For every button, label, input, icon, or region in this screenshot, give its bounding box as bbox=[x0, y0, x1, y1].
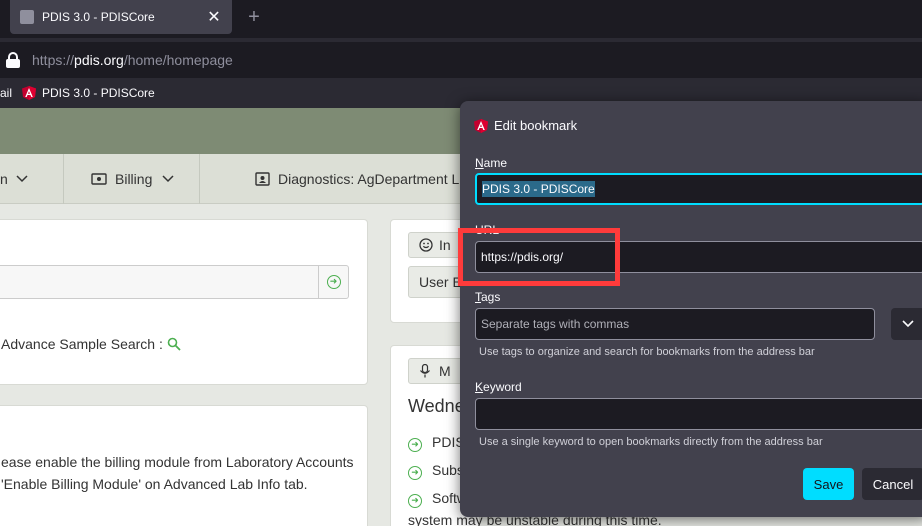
bookmark-label: ail bbox=[0, 86, 13, 100]
menu-divider bbox=[63, 154, 64, 204]
bookmark-label: PDIS 3.0 - PDISCore bbox=[42, 86, 155, 100]
chevron-down-icon bbox=[902, 320, 914, 328]
tab-title: PDIS 3.0 - PDISCore bbox=[42, 10, 155, 24]
billing-line-1: ease enable the billing module from Labo… bbox=[1, 454, 354, 470]
nav-bar: https://pdis.org/home/homepage bbox=[0, 38, 922, 78]
tags-placeholder: Separate tags with commas bbox=[481, 317, 630, 331]
close-tab-icon[interactable]: ✕ bbox=[206, 7, 222, 27]
dialog-title: Edit bookmark bbox=[474, 118, 577, 133]
name-field-value: PDIS 3.0 - PDISCore bbox=[482, 181, 595, 197]
arrow-right-circle-icon: ➜ bbox=[326, 275, 341, 289]
url-text: https://pdis.org/home/homepage bbox=[32, 52, 233, 68]
sample-search-card: ➜ Advance Sample Search : bbox=[0, 219, 368, 385]
url-bar[interactable]: https://pdis.org/home/homepage bbox=[0, 42, 922, 78]
advance-search-text: Advance Sample Search : bbox=[1, 336, 163, 352]
dialog-title-text: Edit bookmark bbox=[494, 118, 578, 133]
arrow-right-circle-icon: ➜ bbox=[408, 438, 422, 452]
angular-logo-icon bbox=[22, 86, 37, 100]
name-field[interactable]: PDIS 3.0 - PDISCore bbox=[475, 173, 922, 205]
browser-tab[interactable]: PDIS 3.0 - PDISCore ✕ bbox=[10, 0, 232, 34]
menu-divider bbox=[199, 154, 200, 204]
advance-search-label[interactable]: Advance Sample Search : bbox=[1, 336, 181, 352]
menu-item-admin[interactable]: n bbox=[0, 154, 28, 204]
billing-notice-card: ease enable the billing module from Labo… bbox=[0, 405, 368, 526]
edit-bookmark-dialog: Edit bookmark Name PDIS 3.0 - PDISCore U… bbox=[460, 101, 922, 517]
news-item: ➜ Subs bbox=[408, 462, 464, 480]
info-tab-label: In bbox=[439, 237, 451, 253]
bookmark-mail[interactable]: ail bbox=[0, 86, 12, 100]
money-icon bbox=[91, 173, 107, 185]
sample-search-input[interactable]: ➜ bbox=[0, 265, 349, 299]
keyword-hint: Use a single keyword to open bookmarks d… bbox=[479, 436, 823, 448]
menu-label: n bbox=[0, 171, 8, 187]
news-item: ➜ Softw bbox=[408, 490, 467, 508]
menu-item-diagnostics[interactable]: Diagnostics: AgDepartment La bbox=[255, 154, 467, 204]
smile-icon bbox=[419, 238, 433, 252]
highlight-box bbox=[458, 228, 620, 286]
new-tab-button[interactable]: + bbox=[244, 6, 264, 28]
user-select-label: User E bbox=[419, 274, 462, 290]
lock-icon[interactable] bbox=[6, 52, 20, 68]
chevron-down-icon bbox=[16, 175, 28, 183]
chevron-down-icon bbox=[162, 175, 174, 183]
menu-label: Billing bbox=[115, 171, 153, 187]
search-go-button[interactable]: ➜ bbox=[318, 266, 348, 298]
keyword-field[interactable] bbox=[475, 398, 922, 430]
menu-item-billing[interactable]: Billing bbox=[91, 154, 174, 204]
arrow-right-circle-icon: ➜ bbox=[408, 494, 422, 508]
menu-label: Diagnostics: AgDepartment La bbox=[278, 171, 468, 187]
tags-label: Tags bbox=[475, 290, 501, 304]
angular-logo-icon bbox=[474, 118, 488, 133]
keyword-label: Keyword bbox=[475, 380, 522, 394]
save-button[interactable]: Save bbox=[803, 468, 854, 500]
messages-tab-label: M bbox=[439, 363, 451, 379]
cancel-button[interactable]: Cancel bbox=[862, 468, 922, 500]
tab-strip: PDIS 3.0 - PDISCore ✕ + bbox=[0, 0, 922, 38]
date-heading: Wedne bbox=[408, 396, 465, 416]
page-favicon-icon bbox=[20, 10, 34, 24]
name-label: Name bbox=[475, 156, 508, 170]
billing-line-2: 'Enable Billing Module' on Advanced Lab … bbox=[1, 476, 308, 492]
tags-field[interactable]: Separate tags with commas bbox=[475, 308, 875, 340]
bookmark-pdis[interactable]: PDIS 3.0 - PDISCore bbox=[22, 86, 155, 100]
microphone-icon bbox=[420, 364, 430, 378]
search-icon bbox=[167, 337, 181, 351]
news-item: ➜ PDIS bbox=[408, 434, 465, 452]
tags-hint: Use tags to organize and search for book… bbox=[479, 346, 815, 358]
arrow-right-circle-icon: ➜ bbox=[408, 466, 422, 480]
tags-dropdown-button[interactable] bbox=[891, 308, 922, 340]
id-card-icon bbox=[255, 172, 270, 186]
